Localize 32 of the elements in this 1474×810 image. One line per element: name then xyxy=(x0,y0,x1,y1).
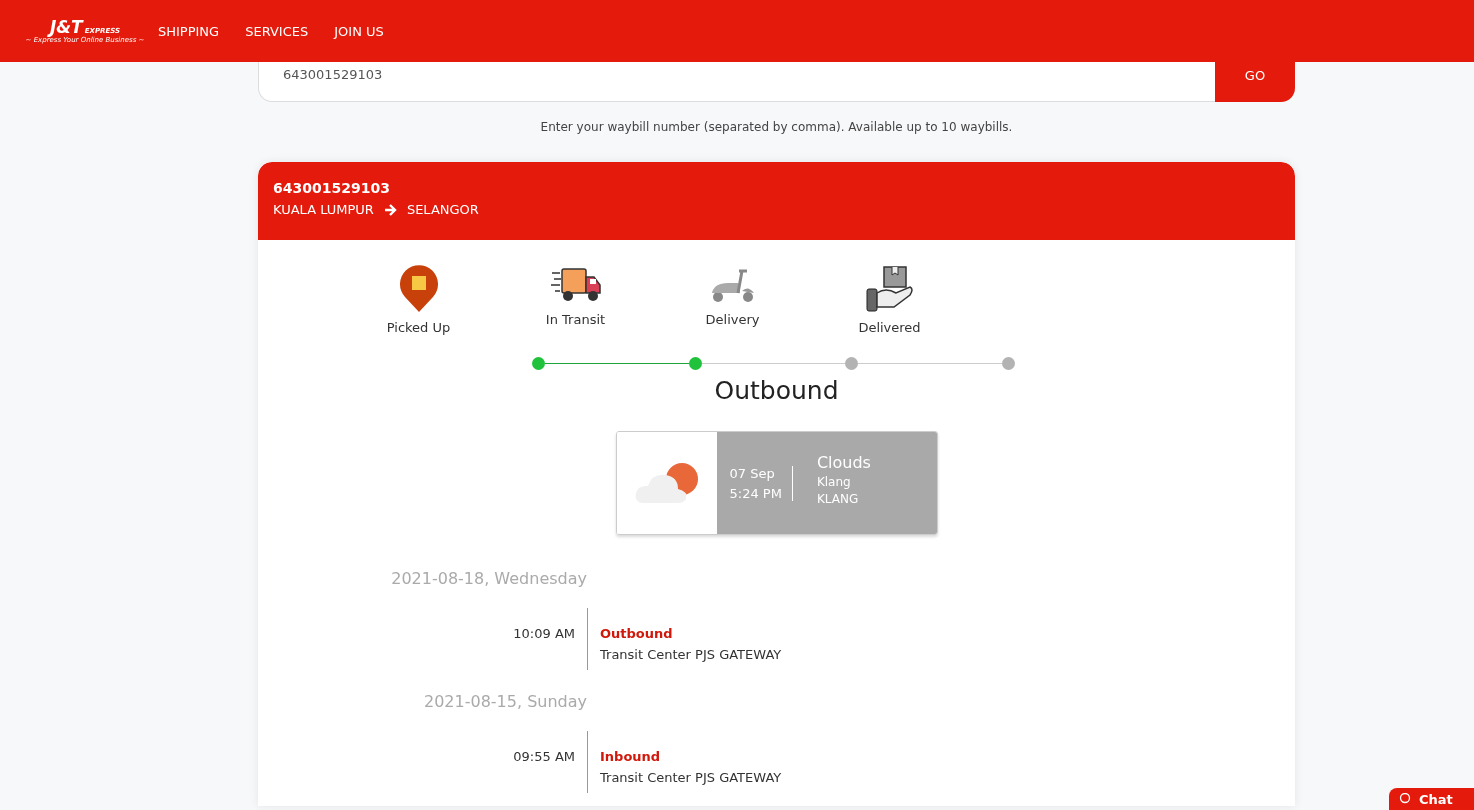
event-location: Transit Center PJS GATEWAY xyxy=(600,770,783,785)
destination-text: SELANGOR xyxy=(406,202,479,217)
waybill-number: 643001529103 xyxy=(273,180,391,196)
weather-condition: Clouds xyxy=(816,452,871,472)
event-status: Outbound xyxy=(600,626,674,641)
event-location: Transit Center PJS GATEWAY xyxy=(600,647,783,662)
nav-link[interactable]: SERVICES xyxy=(245,23,309,39)
event-time: 09:55 AM xyxy=(512,748,576,766)
cloud-sun-icon xyxy=(633,461,700,505)
hint-text: Enter your waybill number (separated by comma). Available up to 10 waybills. xyxy=(539,120,1014,134)
step-label: In Transit xyxy=(545,312,606,327)
nav-link[interactable]: JOIN US xyxy=(334,23,384,39)
location-pin-icon xyxy=(398,265,439,313)
waybill-field[interactable]: 643001529103 xyxy=(258,62,1215,102)
event-time: 10:09 AM xyxy=(512,625,576,643)
weather-city: Klang xyxy=(816,474,852,489)
arrow-icon xyxy=(383,203,397,216)
origin-text: KUALA LUMPUR xyxy=(273,202,374,217)
history-date: 2021-08-15, Sunday xyxy=(422,692,587,711)
weather-date: 07 Sep xyxy=(729,465,776,481)
event-status: Inbound xyxy=(600,749,662,764)
history-date: 2021-08-18, Wednesday xyxy=(390,569,587,588)
status-title: Outbound xyxy=(713,376,840,405)
nav-link[interactable]: SHIPPING xyxy=(158,23,220,39)
step-label: Delivery xyxy=(705,312,760,327)
weather-area: KLANG xyxy=(816,491,871,506)
step-label: Picked Up xyxy=(386,320,451,335)
step-label: Delivered xyxy=(858,320,921,335)
weather-time: 5:24 PM xyxy=(729,485,782,501)
hand-holding-box-icon xyxy=(863,265,916,313)
chat-button[interactable]: Chat xyxy=(1389,788,1474,810)
go-button[interactable]: GO xyxy=(1215,62,1295,102)
